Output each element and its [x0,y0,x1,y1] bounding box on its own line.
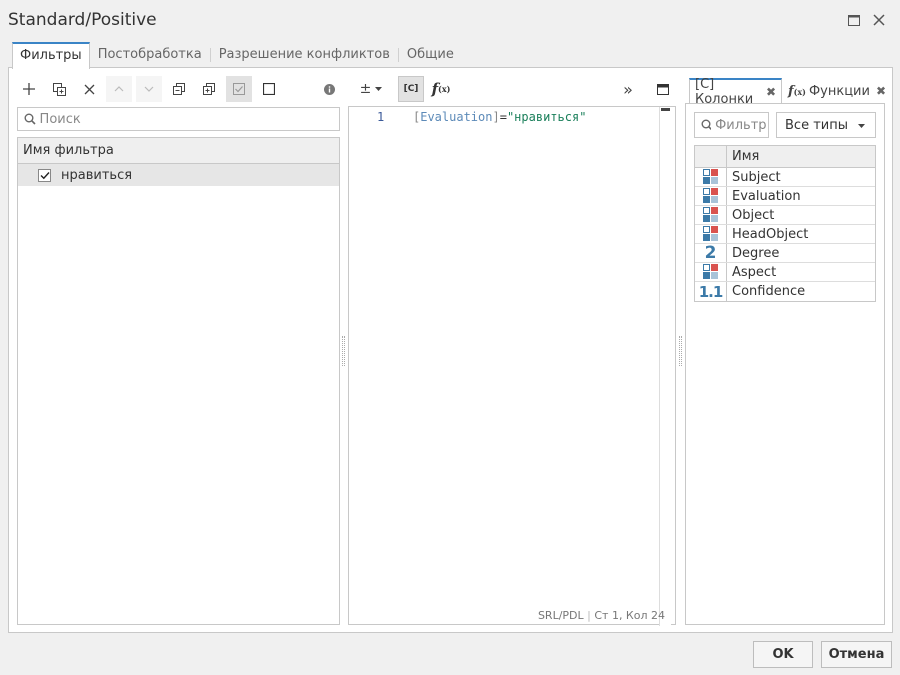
list-item[interactable]: нравиться [18,164,339,186]
collapse-all-icon[interactable] [196,76,222,102]
column-name: Evaluation [732,188,801,204]
dialog-window: Standard/Positive Фильтры Постобработка … [0,0,900,675]
columns-table: Имя Subject Evaluation Object HeadObject 2 De… [694,145,876,302]
code-operator: = [499,110,507,124]
icon-column-header [695,146,727,167]
expand-all-icon[interactable] [166,76,192,102]
column-name: HeadObject [732,226,809,242]
tab-postprocessing[interactable]: Постобработка [90,42,210,68]
move-up-icon[interactable] [106,76,132,102]
table-row[interactable]: Subject [695,168,875,187]
chevron-down-icon [375,87,383,91]
code-bracket-close: ] [492,110,500,124]
columns-table-header: Имя [695,146,875,168]
code-line[interactable]: [Evaluation]="нравиться" [413,110,586,124]
tab-functions[interactable]: f(x) Функции ✖ [782,78,892,104]
decimal-icon: 1.1 [695,282,727,301]
filter-list: Имя фильтра нравиться [17,137,340,625]
columns-button[interactable]: [C] [398,76,424,102]
table-row[interactable]: Evaluation [695,187,875,206]
category-icon [695,206,727,224]
column-name: Confidence [732,284,806,299]
filter-name: нравиться [61,167,133,183]
check-all-icon[interactable] [226,76,252,102]
type-select-value: Все типы [785,117,848,133]
tab-filters[interactable]: Фильтры [12,42,90,69]
name-column-header: Имя [732,149,760,164]
double-chevron-right-icon[interactable]: » [615,76,641,102]
table-row[interactable]: HeadObject [695,225,875,244]
columns-table-body: Subject Evaluation Object HeadObject 2 Degree… [695,168,875,301]
close-tab-icon[interactable]: ✖ [766,85,776,99]
filters-panel: Имя фильтра нравиться ± [C] f(x) » 1 [Ev… [8,67,893,633]
editor-scrollbar[interactable] [659,107,671,626]
column-name: Aspect [732,264,777,280]
close-icon[interactable] [871,12,887,28]
move-down-icon[interactable] [136,76,162,102]
editor-status: SRL/PDL | Ст 1, Кол 24 [537,609,665,622]
close-tab-icon[interactable]: ✖ [876,84,886,98]
uncheck-all-icon[interactable] [256,76,282,102]
table-row[interactable]: Object [695,206,875,225]
function-icon[interactable]: f (x) [428,76,454,102]
category-icon [695,225,727,243]
copy-icon[interactable] [46,76,72,102]
columns-panel: Все типы Имя Subject Evaluation Object Head… [685,103,885,625]
status-language: SRL/PDL [537,609,584,622]
chevron-down-icon [858,124,865,128]
table-row[interactable]: Aspect [695,263,875,282]
window-title: Standard/Positive [8,10,157,30]
filter-checkbox[interactable] [38,168,51,182]
column-name: Subject [732,169,781,185]
category-icon [695,168,727,186]
right-tab-bar: [C] Колонки ✖ f(x) Функции ✖ [689,77,892,107]
category-icon [695,187,727,205]
column-name: Object [732,207,775,223]
tab-conflict-resolution[interactable]: Разрешение конфликтов [211,42,398,68]
code-string: "нравиться" [506,110,587,124]
splitter-handle[interactable] [679,336,682,366]
expression-editor[interactable]: 1 [Evaluation]="нравиться" SRL/PDL | Ст … [348,106,676,626]
add-icon[interactable] [16,76,42,102]
column-filter-input[interactable] [711,117,768,133]
type-select[interactable]: Все типы [776,112,876,138]
column-name: Degree [732,245,780,261]
filter-search-box[interactable] [17,107,340,131]
tab-columns[interactable]: [C] Колонки ✖ [689,77,783,107]
operators-dropdown[interactable]: ± [354,76,388,102]
table-row[interactable]: 2 Degree [695,243,875,263]
tab-general[interactable]: Общие [399,42,462,68]
status-cursor-position: Ст 1, Кол 24 [594,609,665,622]
filter-name-header: Имя фильтра [18,138,339,164]
search-icon [24,113,36,125]
tab-bar: Фильтры Постобработка Разрешение конфлик… [12,42,462,69]
search-icon [701,119,712,131]
splitter-handle[interactable] [342,336,345,366]
plus-minus-icon: ± [359,81,372,97]
cancel-button[interactable]: Отмена [821,641,892,668]
delete-icon[interactable] [76,76,102,102]
table-row[interactable]: 1.1 Confidence [695,282,875,301]
search-input[interactable] [35,111,339,127]
category-icon [695,263,727,281]
tab-functions-label: Функции [808,83,870,99]
line-number: 1 [377,110,385,124]
code-field: Evaluation [420,110,493,124]
maximize-icon[interactable] [846,12,862,28]
info-icon[interactable] [316,76,342,102]
ok-button[interactable]: OK [753,641,813,668]
panel-toggle-icon[interactable] [650,76,676,102]
integer-icon: 2 [695,243,727,263]
column-filter-box[interactable] [694,112,769,138]
function-icon: f(x) [788,83,806,99]
